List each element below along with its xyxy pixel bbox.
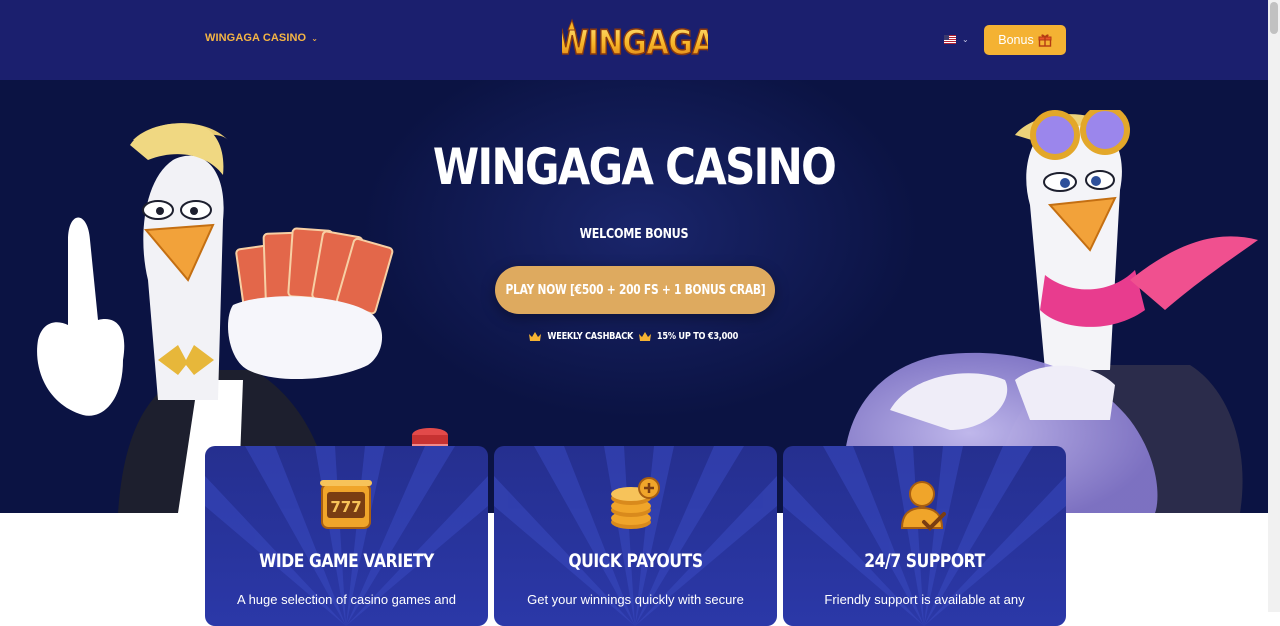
chevron-down-icon: ⌄: [311, 33, 319, 43]
play-now-label: PLAY NOW [€500 + 200 FS + 1 BONUS CRAB]: [505, 282, 765, 298]
scrollbar-thumb[interactable]: [1270, 2, 1278, 34]
gift-icon: [1038, 34, 1052, 47]
page-scrollbar[interactable]: [1268, 0, 1280, 612]
feature-title: QUICK PAYOUTS: [568, 550, 703, 572]
feature-text: Friendly support is available at any: [824, 592, 1025, 607]
bonus-button[interactable]: Bonus: [984, 25, 1066, 55]
casino-nav-dropdown[interactable]: WINGAGA CASINO ⌄: [205, 32, 318, 44]
site-header: WINGAGA CASINO ⌄ WINGAGA ⌄ Bonus: [0, 0, 1268, 80]
feature-title: 24/7 SUPPORT: [864, 550, 985, 572]
feature-card-quick-payouts: QUICK PAYOUTS Get your winnings quickly …: [494, 446, 777, 626]
support-agent-icon: [900, 481, 946, 531]
feature-title: WIDE GAME VARIETY: [259, 550, 434, 572]
chevron-down-icon: ⌄: [962, 35, 969, 44]
coin-stack-icon: [611, 477, 660, 529]
feature-card-game-variety: 777 WIDE GAME VARIETY A huge selection o…: [205, 446, 488, 626]
wingaga-logo[interactable]: WINGAGA: [562, 16, 708, 62]
bonus-button-label: Bonus: [998, 33, 1034, 47]
feature-card-support: 24/7 SUPPORT Friendly support is availab…: [783, 446, 1066, 626]
language-selector[interactable]: ⌄: [944, 35, 969, 44]
svg-text:777: 777: [330, 498, 361, 516]
feature-text: A huge selection of casino games and: [237, 592, 456, 607]
slot-777-icon: 777: [320, 480, 372, 529]
casino-nav-label: WINGAGA CASINO: [205, 32, 307, 44]
logo-wordmark: WINGAGA: [562, 22, 708, 62]
play-now-button[interactable]: PLAY NOW [€500 + 200 FS + 1 BONUS CRAB]: [495, 266, 775, 314]
us-flag-icon: [944, 35, 956, 44]
feature-text: Get your winnings quickly with secure: [527, 592, 744, 607]
